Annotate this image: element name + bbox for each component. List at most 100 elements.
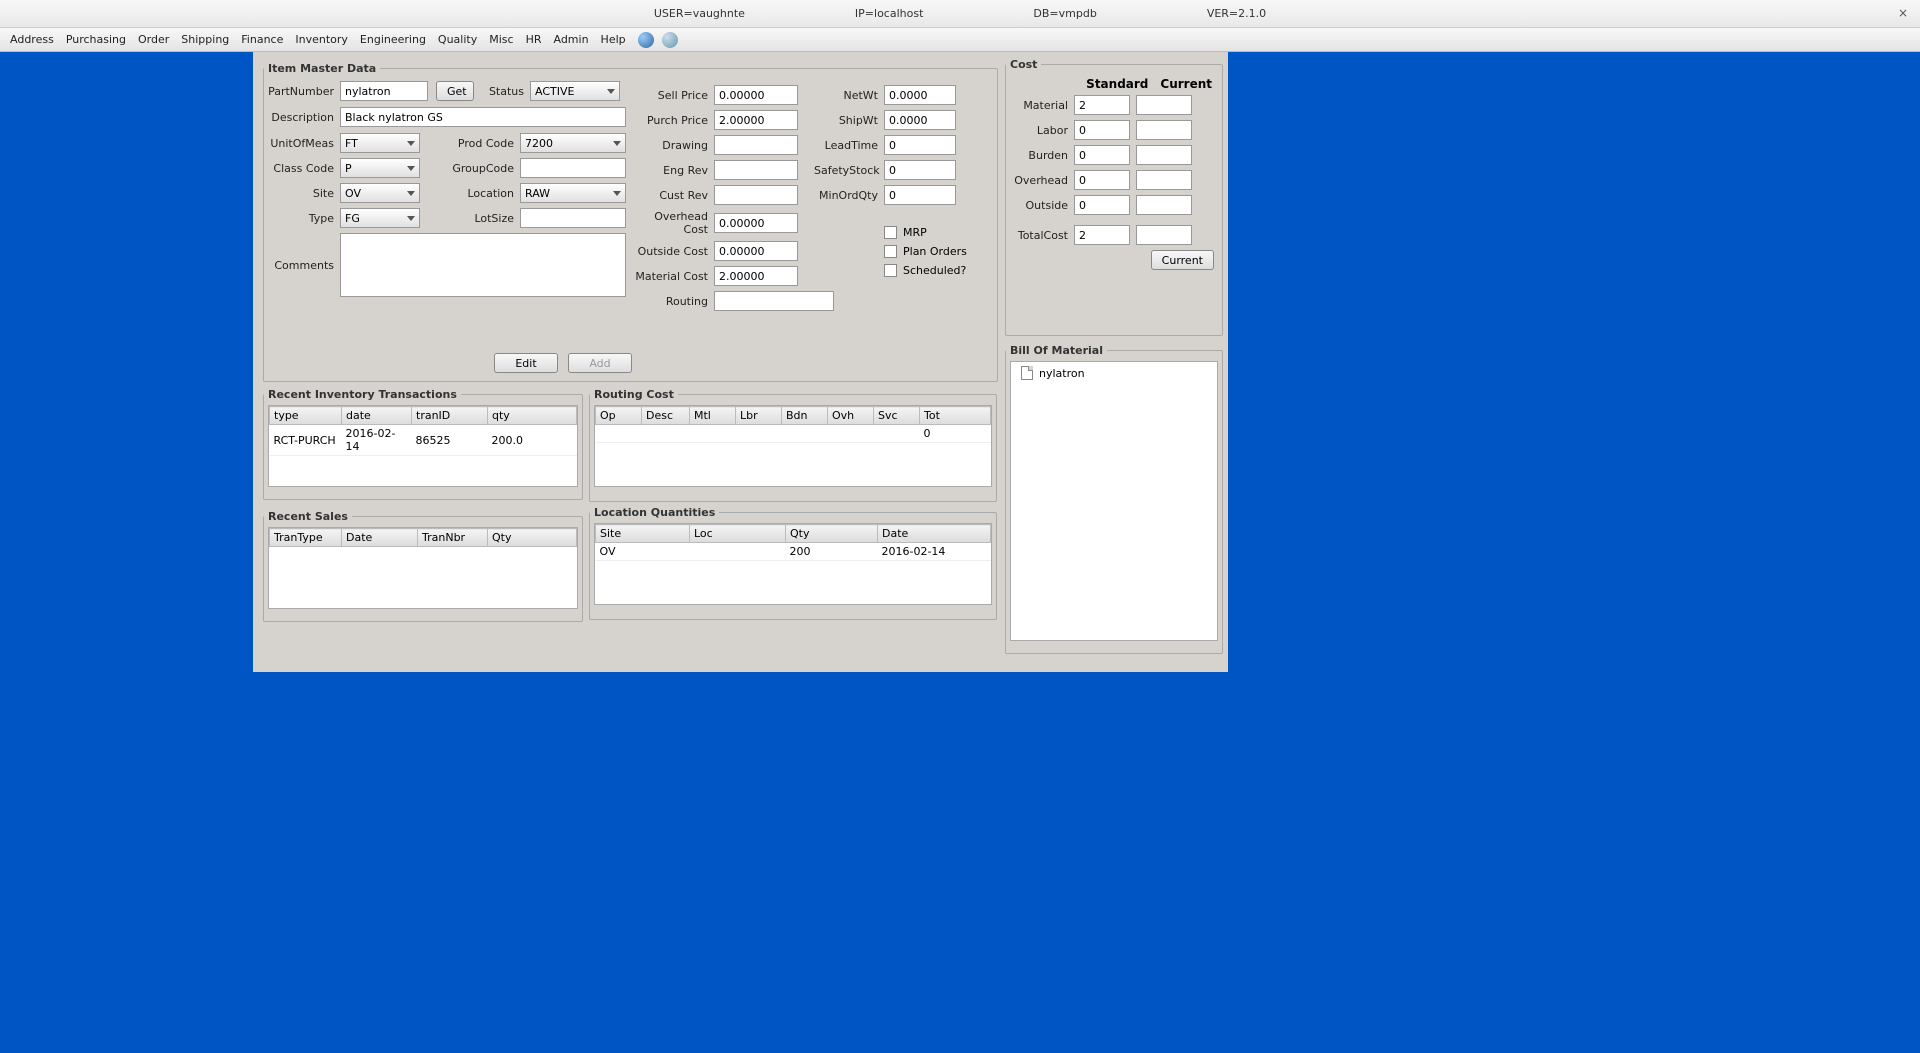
outside-input[interactable] xyxy=(714,241,798,261)
site-select[interactable]: OV xyxy=(340,183,420,203)
lbl-cost-labor: Labor xyxy=(1014,124,1074,137)
cost-std-overhead[interactable] xyxy=(1074,170,1130,190)
scheduled-checkbox[interactable] xyxy=(884,264,897,277)
cost-cur-outside[interactable] xyxy=(1136,195,1192,215)
cost-std-labor[interactable] xyxy=(1074,120,1130,140)
lbl-lotsize: LotSize xyxy=(420,212,520,225)
sales-table[interactable]: TranType Date TranNbr Qty xyxy=(269,528,577,547)
status-select[interactable]: ACTIVE xyxy=(530,81,620,101)
location-select[interactable]: RAW xyxy=(520,183,626,203)
cost-cur-labor[interactable] xyxy=(1136,120,1192,140)
refresh-icon[interactable] xyxy=(662,32,678,48)
lbl-overhead: Overhead Cost xyxy=(634,210,714,236)
cost-cur-total[interactable] xyxy=(1136,225,1192,245)
cost-std-outside[interactable] xyxy=(1074,195,1130,215)
lbl-shipwt: ShipWt xyxy=(814,114,884,127)
lbl-status: Status xyxy=(474,85,530,98)
shipwt-input[interactable] xyxy=(884,110,956,130)
get-button[interactable]: Get xyxy=(436,81,474,101)
cost-std-material[interactable] xyxy=(1074,95,1130,115)
lbl-outside: Outside Cost xyxy=(634,245,714,258)
mrp-checkbox[interactable] xyxy=(884,226,897,239)
lbl-cost-overhead: Overhead xyxy=(1014,174,1074,187)
menu-inventory[interactable]: Inventory xyxy=(291,31,352,48)
chevron-down-icon xyxy=(613,141,621,146)
table-row[interactable]: OV2002016-02-14 xyxy=(596,543,991,561)
lbl-drawing: Drawing xyxy=(634,139,714,152)
cost-cur-overhead[interactable] xyxy=(1136,170,1192,190)
classcode-select[interactable]: P xyxy=(340,158,420,178)
sellprice-input[interactable] xyxy=(714,85,798,105)
title-user: USER=vaughnte xyxy=(654,7,745,20)
sales-panel: Recent Sales TranType Date TranNbr Qty xyxy=(263,510,583,622)
item-master-panel: Item Master Data PartNumber Get Status A… xyxy=(263,62,998,382)
prodcode-select[interactable]: 7200 xyxy=(520,133,626,153)
menu-purchasing[interactable]: Purchasing xyxy=(62,31,130,48)
menubar: Address Purchasing Order Shipping Financ… xyxy=(0,28,1920,52)
table-row[interactable]: 0 xyxy=(596,425,991,443)
netwt-input[interactable] xyxy=(884,85,956,105)
menu-engineering[interactable]: Engineering xyxy=(356,31,430,48)
planorders-checkbox[interactable] xyxy=(884,245,897,258)
bom-root-label: nylatron xyxy=(1039,367,1085,380)
lbl-safetystock: SafetyStock xyxy=(814,164,884,177)
lbl-mrp: MRP xyxy=(903,226,927,239)
cost-std-total[interactable] xyxy=(1074,225,1130,245)
menu-misc[interactable]: Misc xyxy=(485,31,517,48)
uom-select[interactable]: FT xyxy=(340,133,420,153)
overhead-input[interactable] xyxy=(714,213,798,233)
file-icon xyxy=(1021,366,1033,380)
custrev-input[interactable] xyxy=(714,185,798,205)
lbl-material: Material Cost xyxy=(634,270,714,283)
lbl-cost-outside: Outside xyxy=(1014,199,1074,212)
description-input[interactable] xyxy=(340,107,626,127)
add-button[interactable]: Add xyxy=(568,353,632,373)
window-titlebar: USER=vaughnte IP=localhost DB=vmpdb VER=… xyxy=(0,0,1920,28)
comments-input[interactable] xyxy=(340,233,626,297)
menu-shipping[interactable]: Shipping xyxy=(177,31,233,48)
cost-cur-material[interactable] xyxy=(1136,95,1192,115)
menu-admin[interactable]: Admin xyxy=(549,31,592,48)
menu-address[interactable]: Address xyxy=(6,31,58,48)
locqty-table[interactable]: Site Loc Qty Date OV2002016-02-14 xyxy=(595,524,991,561)
engrev-input[interactable] xyxy=(714,160,798,180)
close-icon[interactable]: × xyxy=(1896,6,1910,20)
table-row[interactable]: RCT-PURCH2016-02-1486525200.0 xyxy=(270,425,577,456)
inventory-table[interactable]: type date tranID qty RCT-PURCH2016-02-14… xyxy=(269,406,577,456)
purchprice-input[interactable] xyxy=(714,110,798,130)
routingcost-table[interactable]: Op Desc Mtl Lbr Bdn Ovh Svc Tot 0 xyxy=(595,406,991,443)
material-input[interactable] xyxy=(714,266,798,286)
routingcost-legend: Routing Cost xyxy=(590,388,678,401)
safetystock-input[interactable] xyxy=(884,160,956,180)
leadtime-input[interactable] xyxy=(884,135,956,155)
bom-legend: Bill Of Material xyxy=(1006,344,1107,357)
cost-std-burden[interactable] xyxy=(1074,145,1130,165)
sales-legend: Recent Sales xyxy=(264,510,352,523)
edit-button[interactable]: Edit xyxy=(494,353,558,373)
menu-finance[interactable]: Finance xyxy=(237,31,287,48)
routingcost-panel: Routing Cost Op Desc Mtl Lbr Bdn Ovh Svc… xyxy=(589,388,997,502)
title-ip: IP=localhost xyxy=(855,7,923,20)
lotsize-input[interactable] xyxy=(520,208,626,228)
cost-cur-burden[interactable] xyxy=(1136,145,1192,165)
groupcode-input[interactable] xyxy=(520,158,626,178)
routing-input[interactable] xyxy=(714,291,834,311)
lbl-netwt: NetWt xyxy=(814,89,884,102)
cost-header-standard: Standard xyxy=(1086,77,1148,91)
menu-order[interactable]: Order xyxy=(134,31,173,48)
drawing-input[interactable] xyxy=(714,135,798,155)
menu-help[interactable]: Help xyxy=(597,31,630,48)
chevron-down-icon xyxy=(613,191,621,196)
lbl-site: Site xyxy=(268,187,340,200)
chevron-down-icon xyxy=(607,89,615,94)
title-ver: VER=2.1.0 xyxy=(1207,7,1266,20)
minordqty-input[interactable] xyxy=(884,185,956,205)
current-button[interactable]: Current xyxy=(1151,250,1214,270)
chevron-down-icon xyxy=(407,191,415,196)
type-select[interactable]: FG xyxy=(340,208,420,228)
menu-hr[interactable]: HR xyxy=(522,31,546,48)
bom-tree-item[interactable]: nylatron xyxy=(1011,362,1217,384)
menu-quality[interactable]: Quality xyxy=(434,31,481,48)
partnumber-input[interactable] xyxy=(340,81,428,101)
back-icon[interactable] xyxy=(638,32,654,48)
